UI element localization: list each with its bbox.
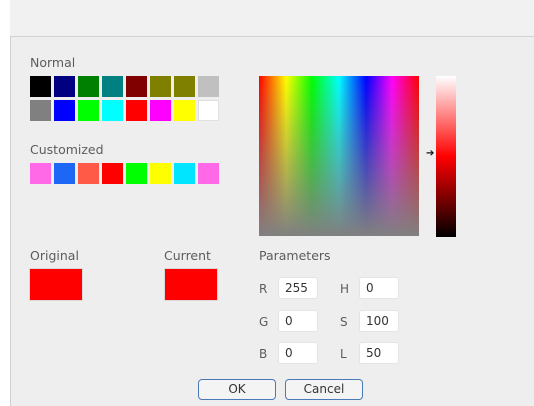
current-color-preview [164, 268, 218, 301]
normal-swatch-1[interactable] [30, 76, 51, 97]
original-label: Original [30, 248, 79, 263]
b-label: B [259, 347, 268, 361]
normal-swatch-11[interactable] [78, 100, 99, 121]
customized-swatch-6[interactable] [150, 163, 171, 184]
normal-swatch-5[interactable] [126, 76, 147, 97]
arrow-right-icon[interactable]: ➔ [426, 149, 434, 159]
luminance-slider[interactable] [436, 76, 456, 237]
customized-swatch-1[interactable] [30, 163, 51, 184]
ok-button[interactable]: OK [198, 379, 276, 400]
normal-swatch-10[interactable] [54, 100, 75, 121]
customized-swatch-3[interactable] [78, 163, 99, 184]
current-label: Current [164, 248, 211, 263]
g-input[interactable] [278, 310, 318, 332]
h-label: H [340, 282, 350, 296]
color-spectrum[interactable] [259, 76, 419, 236]
s-label: S [340, 315, 348, 329]
dialog-titlebar [10, 0, 534, 37]
customized-swatch-4[interactable] [102, 163, 123, 184]
normal-swatch-3[interactable] [78, 76, 99, 97]
normal-swatch-14[interactable] [150, 100, 171, 121]
normal-swatch-13[interactable] [126, 100, 147, 121]
customized-swatch-8[interactable] [198, 163, 219, 184]
s-input[interactable] [359, 310, 399, 332]
l-label: L [340, 347, 347, 361]
normal-swatch-12[interactable] [102, 100, 123, 121]
normal-swatch-7[interactable] [174, 76, 195, 97]
normal-swatch-9[interactable] [30, 100, 51, 121]
customized-swatch-2[interactable] [54, 163, 75, 184]
customized-swatch-7[interactable] [174, 163, 195, 184]
normal-swatch-2[interactable] [54, 76, 75, 97]
original-color-preview [29, 268, 83, 301]
r-label: R [259, 282, 268, 296]
normal-swatch-15[interactable] [174, 100, 195, 121]
cancel-button[interactable]: Cancel [285, 379, 363, 400]
normal-swatch-8[interactable] [198, 76, 219, 97]
normal-swatch-4[interactable] [102, 76, 123, 97]
h-input[interactable] [359, 277, 399, 299]
parameters-label: Parameters [259, 248, 331, 263]
l-input[interactable] [359, 342, 399, 364]
normal-colors-label: Normal [30, 55, 76, 70]
customized-swatch-5[interactable] [126, 163, 147, 184]
normal-swatch-16[interactable] [198, 100, 219, 121]
normal-swatch-6[interactable] [150, 76, 171, 97]
g-label: G [259, 315, 269, 329]
b-input[interactable] [278, 342, 318, 364]
r-input[interactable] [278, 277, 318, 299]
customized-colors-label: Customized [30, 142, 104, 157]
